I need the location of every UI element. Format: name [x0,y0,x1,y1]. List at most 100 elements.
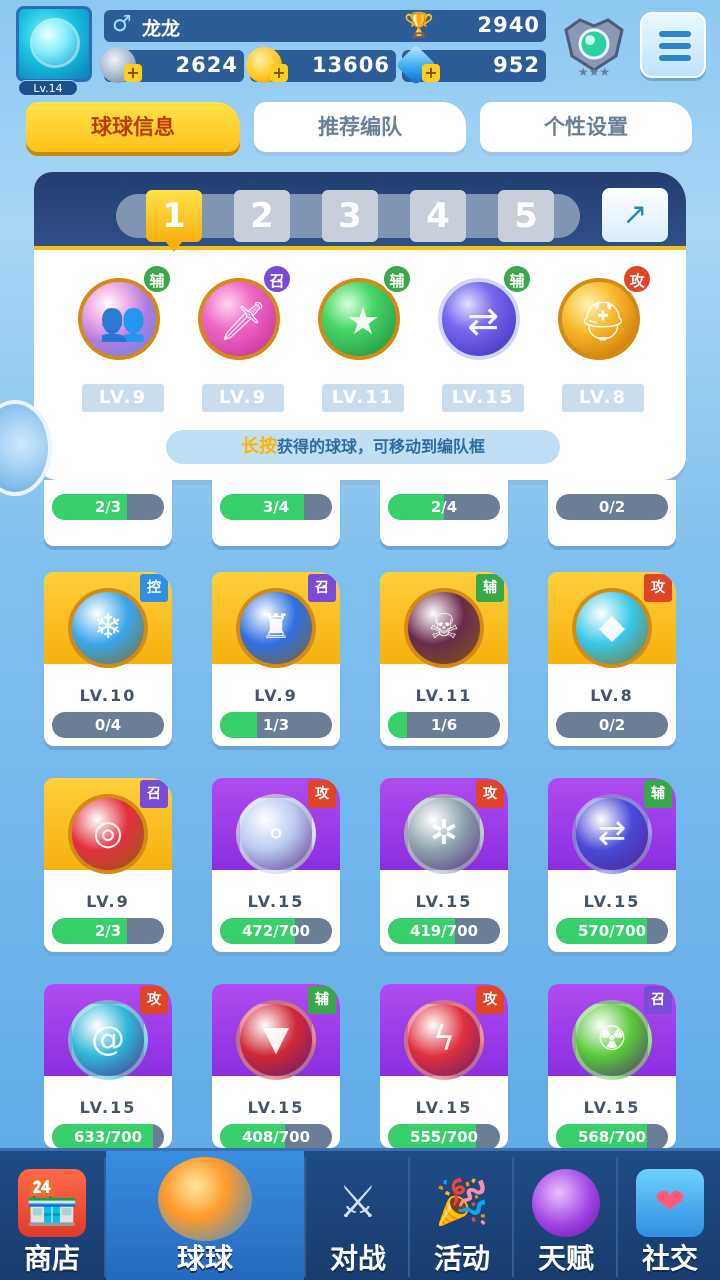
ball-level: LV.11 [415,686,473,705]
ball-card[interactable]: ▼ 辅 LV.15 408/700 [212,984,340,1148]
ball-progress: 419/700 [388,918,500,944]
ball-progress: 0/2 [556,494,668,520]
type-tag: 辅 [502,264,532,294]
type-tag: 召 [262,264,292,294]
rank-badge[interactable]: ★★★ [560,12,628,79]
drag-hint: 长按获得的球球，可移动到编队框 [166,430,560,464]
crystal-icon: ◆ [598,607,626,647]
ball-cannon-icon [158,1157,252,1241]
nav-shop[interactable]: 🏪 商店 [0,1151,104,1280]
team-lineup-panel: 1 2 3 4 5 ↗ 👥 辅 🗡 召 ★ 辅 ⇄ 辅 ⛑ 攻 LV.9 LV.… [34,172,686,480]
ball-card[interactable]: ϟ 攻 LV.15 555/700 [380,984,508,1148]
diamond-plus-icon[interactable]: + [422,64,440,82]
diamond-bar[interactable]: + 952 [395,44,546,86]
ball-card[interactable]: ◎ 召 LV.9 2/3 [44,778,172,952]
stamina-value: 2624 [175,53,238,77]
ball-card[interactable]: ☠ 辅 LV.11 1/6 [380,572,508,746]
nav-talent[interactable]: 天赋 [514,1151,618,1280]
main-menu-button[interactable] [640,12,706,78]
type-tag: 控 [140,574,168,602]
ball-card[interactable]: ◆ 攻 LV.8 0/2 [548,572,676,746]
nav-balls[interactable]: 球球 [106,1151,304,1280]
tab-ball-info[interactable]: 球球信息 [26,102,240,152]
gold-plus-icon[interactable]: + [270,64,288,82]
nav-label: 活动 [433,1242,490,1275]
nav-social[interactable]: ❤ 社交 [618,1151,720,1280]
snowflake-icon: ❄ [93,607,123,647]
ball-icon: ♜ [236,588,316,668]
type-tag: 辅 [382,264,412,294]
ball-card[interactable]: 0/2 [548,480,676,546]
crossed-swords-icon: ⚔ [338,1177,378,1228]
knight-helmet-icon: ⛑ [578,299,628,343]
ball-card[interactable]: ☢ 召 LV.15 568/700 [548,984,676,1148]
ball-icon: ▼ [236,1000,316,1080]
nav-events[interactable]: 🎉 活动 [410,1151,514,1280]
stamina-plus-icon[interactable]: + [124,64,142,82]
team-ball-level: LV.9 [202,384,284,412]
type-tag: 攻 [140,986,168,1014]
team-ball[interactable]: ⇄ 辅 [430,264,532,372]
ball-progress: 0/2 [556,712,668,738]
team-slot-2[interactable]: 2 [234,190,290,242]
team-slot-5[interactable]: 5 [498,190,554,242]
vortex-icon: @ [91,1019,125,1059]
ball-progress: 472/700 [220,918,332,944]
team-ball[interactable]: ★ 辅 [310,264,412,372]
bubbles-icon: ∘ [265,813,287,853]
player-name: 龙龙 [142,18,181,40]
type-tag: 召 [644,986,672,1014]
ball-card[interactable]: 2/3 [44,480,172,546]
type-tag: 攻 [622,264,652,294]
ball-card[interactable]: 3/4 [212,480,340,546]
ball-icon: ϟ [404,1000,484,1080]
ball-progress: 408/700 [220,1124,332,1148]
star-arrow-icon: ★ [345,299,381,343]
team-slot-4[interactable]: 4 [410,190,466,242]
cannon-icon: ◎ [93,813,123,853]
ball-progress: 570/700 [556,918,668,944]
trophy-count: 2940 [477,13,540,37]
type-tag: 攻 [308,780,336,808]
team-ball[interactable]: 🗡 召 [190,264,292,372]
team-slot-1[interactable]: 1 [146,190,202,252]
ball-progress: 2/3 [52,494,164,520]
tab-recommended-team[interactable]: 推荐编队 [254,102,466,152]
type-tag: 攻 [476,780,504,808]
team-ball[interactable]: ⛑ 攻 [550,264,652,372]
team-ball[interactable]: 👥 辅 [70,264,172,372]
shop-icon: 🏪 [18,1169,86,1237]
team-slot-3[interactable]: 3 [322,190,378,242]
ball-card[interactable]: ❄ 控 LV.10 0/4 [44,572,172,746]
lightning-icon: ϟ [432,1019,456,1059]
gold-bar[interactable]: + 13606 [246,47,396,83]
ball-level: LV.15 [415,1098,473,1117]
nav-battle[interactable]: ⚔ 对战 [306,1151,410,1280]
ball-card[interactable]: 2/4 [380,480,508,546]
ball-card[interactable]: ✲ 攻 LV.15 419/700 [380,778,508,952]
ball-card[interactable]: @ 攻 LV.15 633/700 [44,984,172,1148]
player-avatar[interactable] [16,6,92,82]
player-name-bar[interactable]: ♂ 龙龙 🏆 2940 [104,10,546,42]
ball-icon: ☠ [404,588,484,668]
ball-level: LV.15 [583,892,641,911]
party-popper-icon: 🎉 [434,1177,490,1228]
type-tag: 辅 [644,780,672,808]
ball-icon: ⇄ [572,794,652,874]
hint-emphasis: 长按 [240,436,277,457]
radiation-icon: ☢ [596,1019,628,1059]
hint-text: 获得的球球，可移动到编队框 [276,437,485,456]
ball-card[interactable]: ⇄ 辅 LV.15 570/700 [548,778,676,952]
nav-label: 社交 [641,1242,698,1275]
fangs-icon: ▼ [262,1019,290,1059]
nav-label: 球球 [176,1242,233,1275]
ball-card[interactable]: ♜ 召 LV.9 1/3 [212,572,340,746]
ball-card[interactable]: ∘ 攻 LV.15 472/700 [212,778,340,952]
tab-personal-settings[interactable]: 个性设置 [480,102,692,152]
team-slot-header: 1 2 3 4 5 ↗ [34,172,686,252]
ball-progress: 2/4 [388,494,500,520]
team-ball-level: LV.15 [442,384,524,412]
stamina-bar[interactable]: + 2624 [100,47,244,83]
share-button[interactable]: ↗ [602,188,668,242]
ball-level: LV.8 [590,686,634,705]
